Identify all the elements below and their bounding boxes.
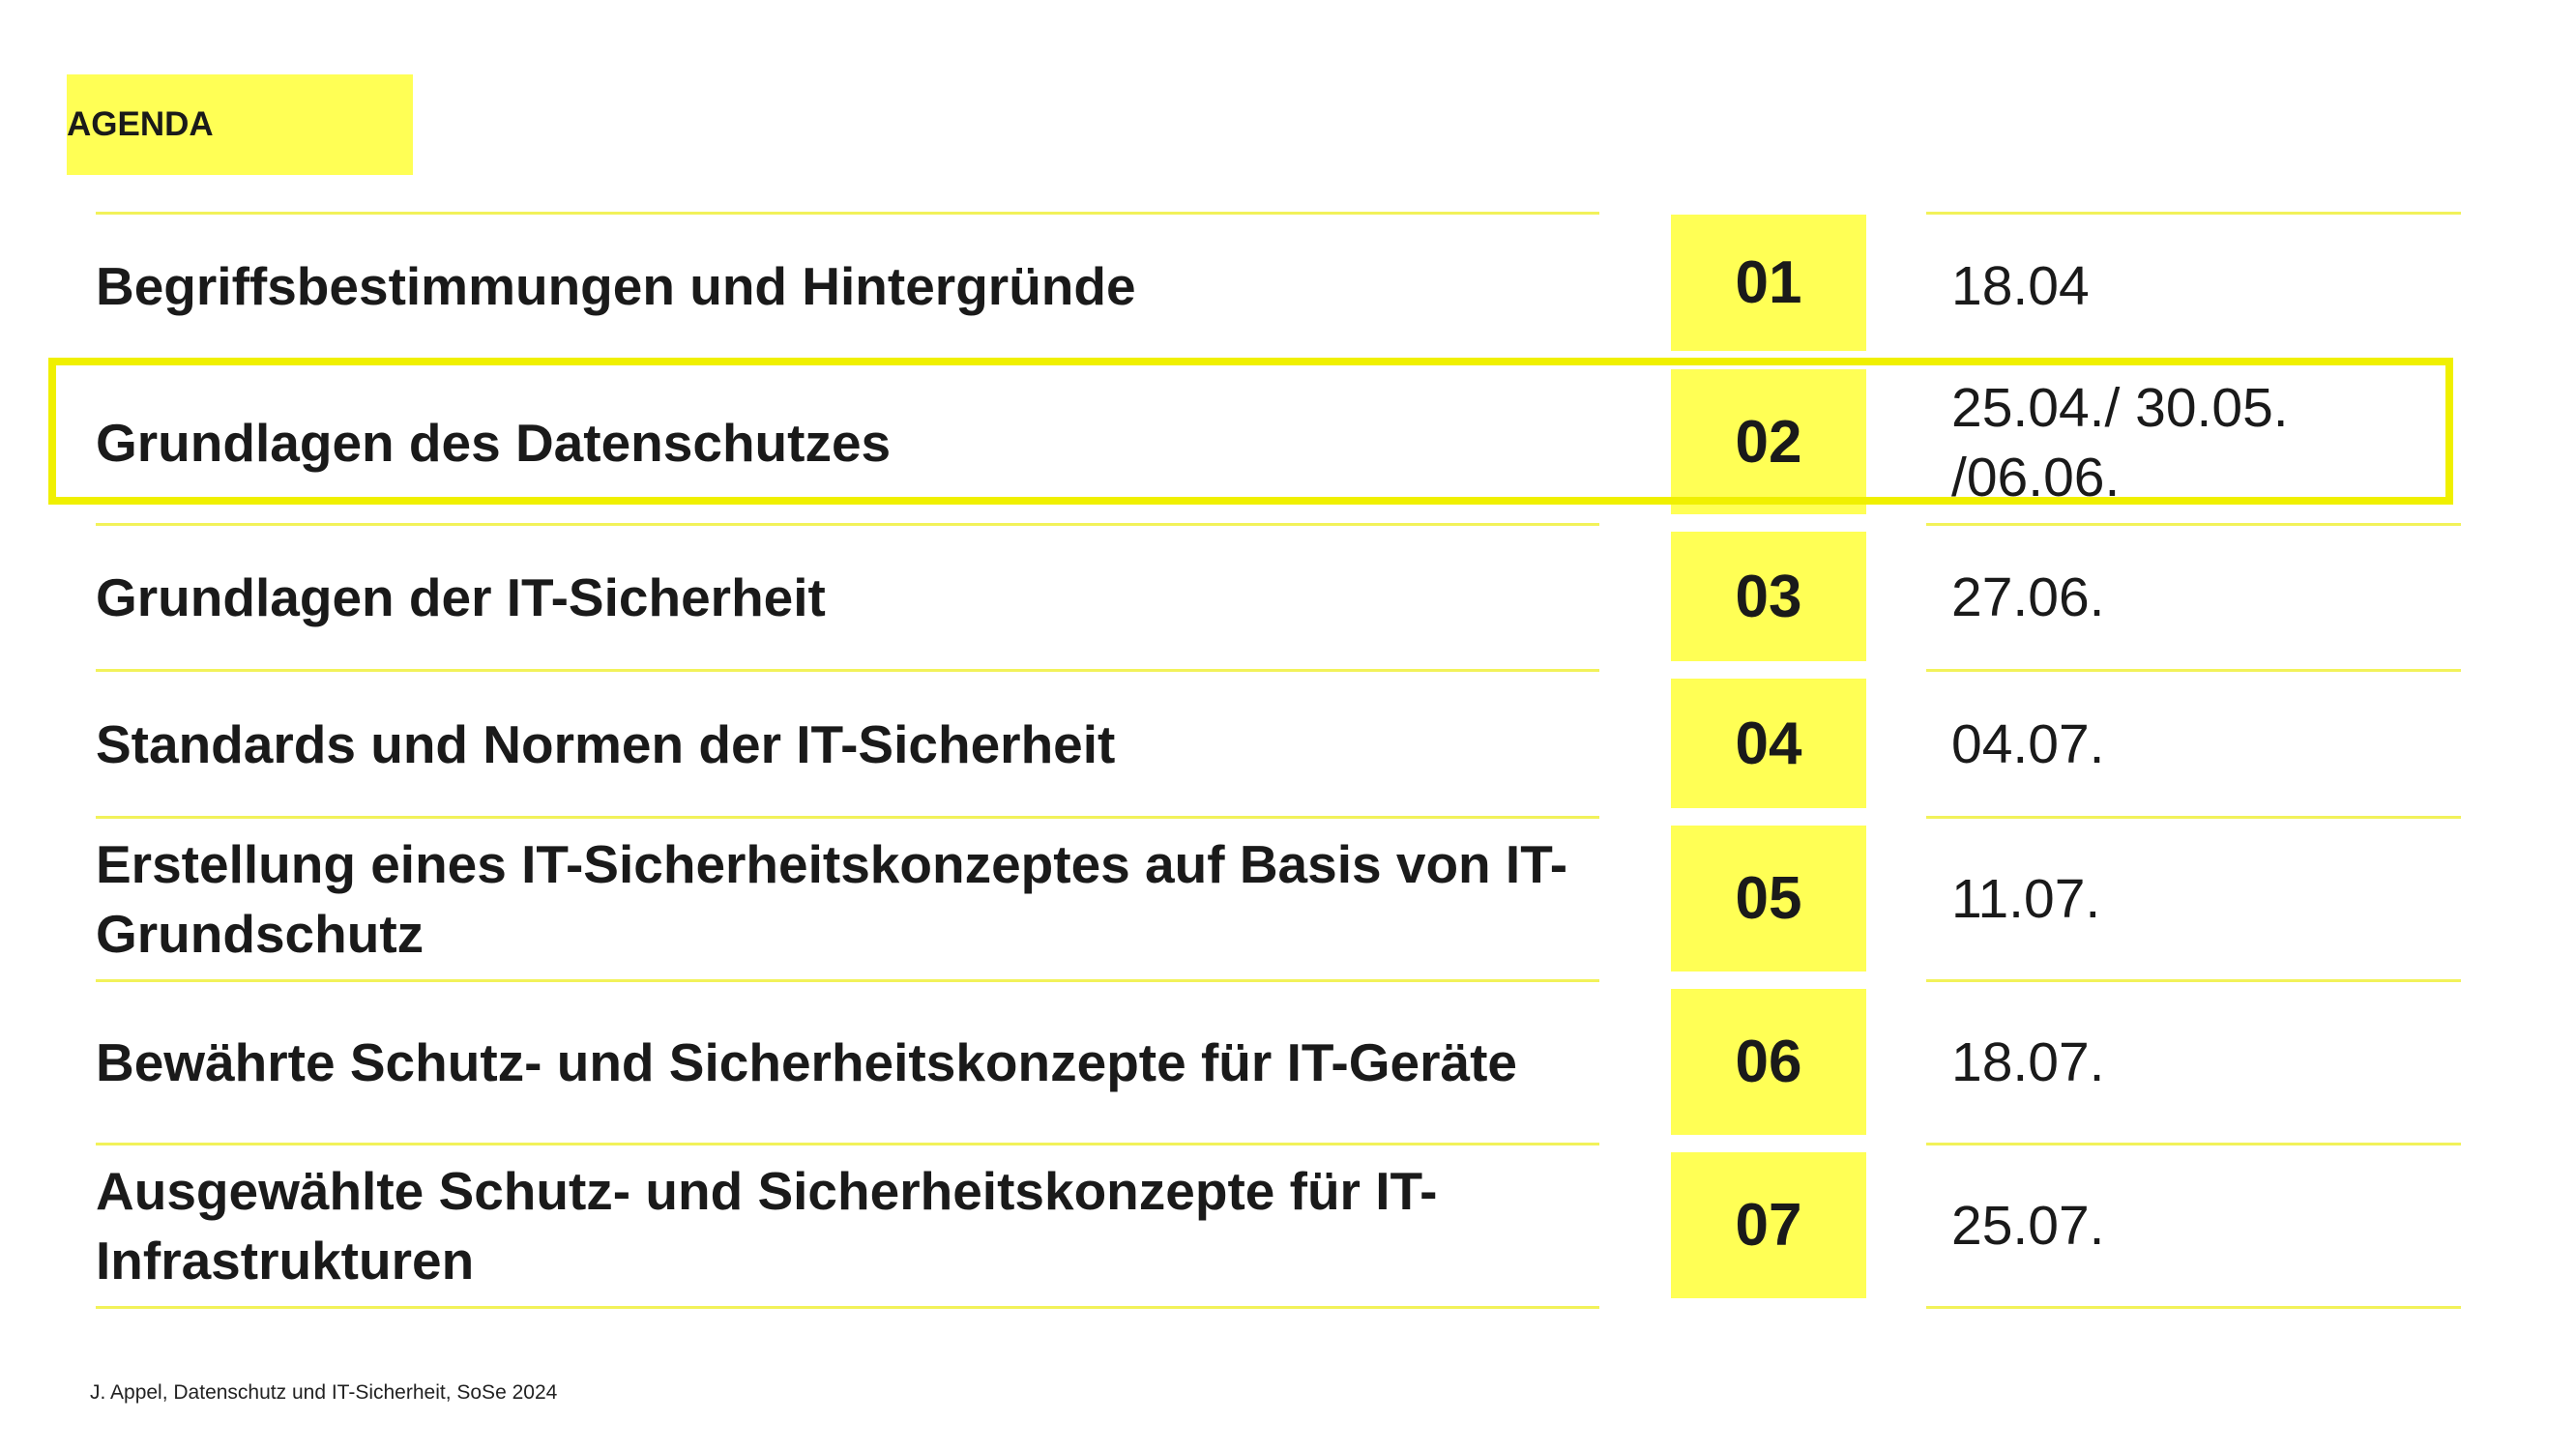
agenda-item-date: 11.07. <box>1951 868 2101 930</box>
agenda-label: AGENDA <box>67 74 413 175</box>
agenda-item-number: 02 <box>1671 369 1866 514</box>
agenda-item-date: 18.07. <box>1951 1031 2105 1093</box>
agenda-item-date: 27.06. <box>1951 566 2105 628</box>
agenda-item-number: 04 <box>1671 679 1866 808</box>
agenda-item-date: 25.07. <box>1951 1195 2105 1257</box>
agenda-item-title: Erstellung eines IT-Sicherheitskonzeptes… <box>96 834 1568 964</box>
agenda-item-title: Begriffsbestimmungen und Hintergründe <box>96 256 1136 316</box>
agenda-item-date: 04.07. <box>1951 712 2105 775</box>
agenda-item-number: 07 <box>1671 1152 1866 1298</box>
agenda-item-title: Grundlagen der IT-Sicherheit <box>96 567 826 627</box>
agenda-item-title: Grundlagen des Datenschutzes <box>96 413 892 473</box>
row-divider <box>96 1306 1599 1309</box>
agenda-item-date: 18.04 <box>1951 255 2090 317</box>
agenda-item-number: 06 <box>1671 989 1866 1135</box>
agenda-item-title: Standards und Normen der IT-Sicherheit <box>96 713 1116 774</box>
row-divider <box>1926 1306 2461 1309</box>
footer-text: J. Appel, Datenschutz und IT-Sicherheit,… <box>90 1381 558 1404</box>
agenda-item-number: 05 <box>1671 826 1866 972</box>
agenda-item-title: Ausgewählte Schutz- und Sicherheitskonze… <box>96 1161 1438 1290</box>
agenda-item-number: 01 <box>1671 215 1866 351</box>
agenda-item-date: 25.04./ 30.05. /06.06. <box>1951 377 2289 508</box>
agenda-item-title: Bewährte Schutz- und Sicherheitskonzepte… <box>96 1032 1517 1092</box>
agenda-item-number: 03 <box>1671 532 1866 661</box>
